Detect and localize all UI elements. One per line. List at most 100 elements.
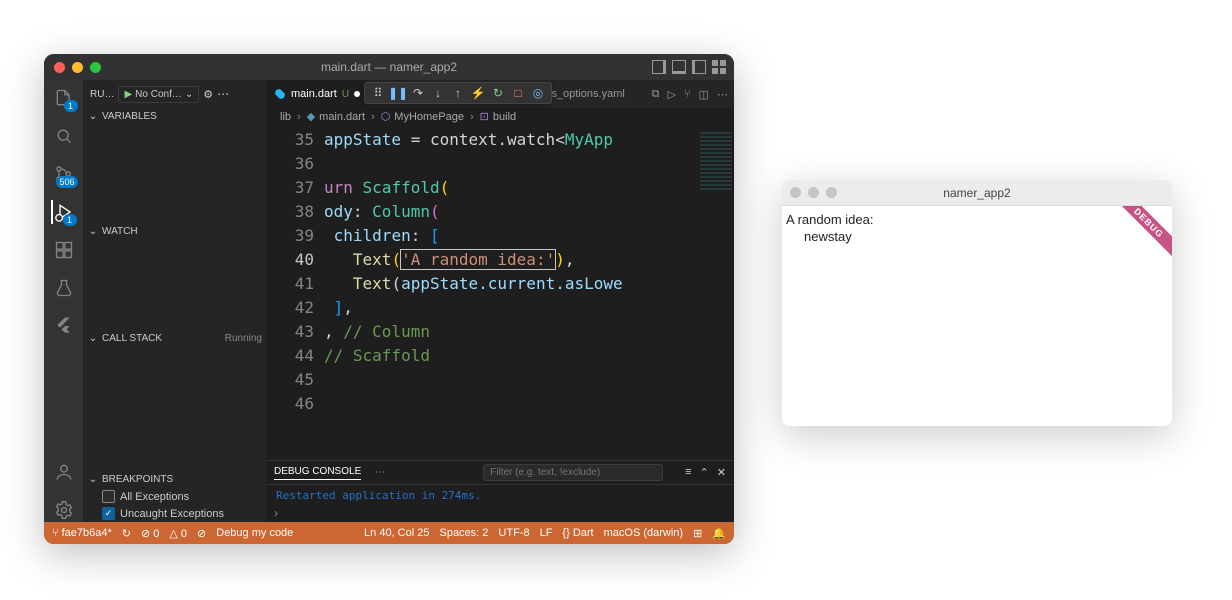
- testing-icon[interactable]: [52, 276, 76, 300]
- step-out-icon[interactable]: ↑: [449, 84, 467, 102]
- panel-left-icon[interactable]: [652, 60, 666, 74]
- checkbox-on[interactable]: [102, 507, 115, 520]
- dirty-dot-icon: [354, 91, 360, 97]
- panel-tabs: DEBUG CONSOLE ⋯ ≡ ⌃ ✕: [266, 461, 734, 485]
- console-prompt[interactable]: ›: [266, 506, 734, 522]
- chevron-down-icon: ⌄: [88, 226, 98, 237]
- step-over-icon[interactable]: ↷: [409, 84, 427, 102]
- drag-handle-icon[interactable]: ⠿: [369, 84, 387, 102]
- sb-indent[interactable]: Spaces: 2: [439, 527, 488, 539]
- breakpoint-uncaught-exceptions[interactable]: Uncaught Exceptions: [84, 505, 266, 522]
- split-editor-icon[interactable]: ◫: [699, 88, 709, 101]
- chevron-down-icon: ⌄: [185, 89, 193, 100]
- bc-method[interactable]: build: [493, 111, 516, 123]
- section-variables[interactable]: ⌄ VARIABLES: [84, 108, 266, 125]
- layout-grid-icon[interactable]: [712, 60, 726, 74]
- editor-tabbar: main.dart U ⠿ ❚❚ ↷ ↓ ↑ ⚡ ↻ □ ◎ ysis_opti…: [266, 80, 734, 108]
- search-icon[interactable]: [52, 124, 76, 148]
- watch-label: WATCH: [102, 226, 138, 237]
- sb-target-device[interactable]: macOS (darwin): [604, 527, 683, 539]
- sb-eol[interactable]: LF: [540, 527, 553, 539]
- debug-console-panel: DEBUG CONSOLE ⋯ ≡ ⌃ ✕ Restarted applicat…: [266, 460, 734, 522]
- more-icon[interactable]: ⋯: [375, 467, 385, 478]
- source-control-icon[interactable]: 506: [52, 162, 76, 186]
- titlebar[interactable]: main.dart — namer_app2: [44, 54, 734, 80]
- checkbox-off[interactable]: [102, 490, 115, 503]
- panel-right-icon[interactable]: [692, 60, 706, 74]
- bc-file[interactable]: main.dart: [319, 111, 365, 123]
- chevron-down-icon: ⌄: [88, 474, 98, 485]
- branch-name: fae7b6a4*: [62, 527, 112, 539]
- open-changes-icon[interactable]: ⑂: [684, 88, 691, 100]
- sb-encoding[interactable]: UTF-8: [498, 527, 529, 539]
- debug-toolbar[interactable]: ⠿ ❚❚ ↷ ↓ ↑ ⚡ ↻ □ ◎: [364, 82, 552, 104]
- app-text-line2: newstay: [786, 227, 1168, 244]
- sb-warnings[interactable]: △ 0: [169, 527, 187, 540]
- vscode-window: main.dart — namer_app2 1 506 1: [44, 54, 734, 544]
- panel-bottom-icon[interactable]: [672, 60, 686, 74]
- editor-actions: ⧉ ▷ ⑂ ◫ ⋯: [652, 80, 734, 108]
- callstack-label: CALL STACK: [102, 333, 162, 344]
- widget-inspect-icon[interactable]: ◎: [529, 84, 547, 102]
- flutter-outline-icon[interactable]: ⧉: [652, 88, 660, 101]
- section-callstack[interactable]: ⌄ CALL STACK Running: [84, 330, 266, 347]
- sb-language[interactable]: {} Dart: [562, 527, 593, 539]
- sb-notifications[interactable]: 🔔: [712, 527, 726, 540]
- sb-nosmoking[interactable]: ⊘: [197, 527, 206, 540]
- step-into-icon[interactable]: ↓: [429, 84, 447, 102]
- branch-icon: ⑂: [52, 527, 59, 539]
- restart-icon[interactable]: ↻: [489, 84, 507, 102]
- sb-branch[interactable]: ⑂ fae7b6a4*: [52, 527, 112, 539]
- breakpoint-all-exceptions[interactable]: All Exceptions: [84, 488, 266, 505]
- watch-body: [84, 240, 266, 330]
- flutter-icon[interactable]: [52, 314, 76, 338]
- collapse-panel-icon[interactable]: ⌃: [700, 466, 709, 479]
- code-content[interactable]: appState = context.watch<MyApp urn Scaff…: [324, 126, 734, 460]
- run-debug-icon[interactable]: 1: [51, 200, 75, 224]
- explorer-icon[interactable]: 1: [52, 86, 76, 110]
- bp-all-label: All Exceptions: [120, 491, 189, 503]
- run-file-icon[interactable]: ▷: [668, 88, 676, 101]
- variables-label: VARIABLES: [102, 111, 157, 122]
- bc-class[interactable]: MyHomePage: [394, 111, 464, 123]
- bc-folder[interactable]: lib: [280, 111, 291, 123]
- hot-reload-icon[interactable]: ⚡: [469, 84, 487, 102]
- console-filter-input[interactable]: [483, 464, 663, 481]
- run-config-dropdown[interactable]: ▶ No Conf… ⌄: [118, 86, 199, 103]
- layout-controls: [652, 60, 726, 74]
- status-bar: ⑂ fae7b6a4* ↻ ⊘ 0 △ 0 ⊘ Debug my code Ln…: [44, 522, 734, 544]
- run-badge: 1: [63, 214, 77, 226]
- sb-sync[interactable]: ↻: [122, 527, 131, 540]
- extensions-icon[interactable]: [52, 238, 76, 262]
- close-panel-icon[interactable]: ✕: [717, 466, 726, 479]
- flutter-app-window: namer_app2 A random idea: newstay DEBUG: [782, 180, 1172, 426]
- sb-debug-session[interactable]: Debug my code: [216, 527, 293, 539]
- scm-badge: 506: [56, 176, 77, 188]
- sb-errors[interactable]: ⊘ 0: [141, 527, 159, 540]
- gear-icon[interactable]: ⚙: [203, 88, 213, 101]
- code-editor[interactable]: 353637383940414243444546 appState = cont…: [266, 126, 734, 460]
- breadcrumbs[interactable]: lib ◆ main.dart ⬡ MyHomePage ⊡ build: [266, 108, 734, 126]
- more-actions-icon[interactable]: ⋯: [717, 88, 728, 101]
- sb-devtools[interactable]: ⊞: [693, 527, 702, 540]
- tab-main-status: U: [342, 89, 349, 100]
- settings-icon[interactable]: [52, 498, 76, 522]
- class-icon: ⬡: [381, 110, 391, 123]
- tab-main-dart[interactable]: main.dart U: [266, 80, 369, 108]
- stop-icon[interactable]: □: [509, 84, 527, 102]
- minimap[interactable]: [698, 126, 734, 460]
- sb-cursor-pos[interactable]: Ln 40, Col 25: [364, 527, 429, 539]
- pause-icon[interactable]: ❚❚: [389, 84, 407, 102]
- app-titlebar[interactable]: namer_app2: [782, 180, 1172, 206]
- app-body: A random idea: newstay DEBUG: [782, 206, 1172, 426]
- console-output: Restarted application in 274ms.: [266, 485, 734, 506]
- more-icon[interactable]: ⋯: [217, 87, 230, 101]
- tab-debug-console[interactable]: DEBUG CONSOLE: [274, 466, 361, 480]
- section-watch[interactable]: ⌄ WATCH: [84, 223, 266, 240]
- dart-icon: [274, 88, 286, 100]
- clear-console-icon[interactable]: ≡: [685, 466, 691, 479]
- chevron-down-icon: ⌄: [88, 111, 98, 122]
- section-breakpoints[interactable]: ⌄ BREAKPOINTS: [84, 471, 266, 488]
- debug-top-row: RU… ▶ No Conf… ⌄ ⚙ ⋯: [84, 80, 266, 108]
- accounts-icon[interactable]: [52, 460, 76, 484]
